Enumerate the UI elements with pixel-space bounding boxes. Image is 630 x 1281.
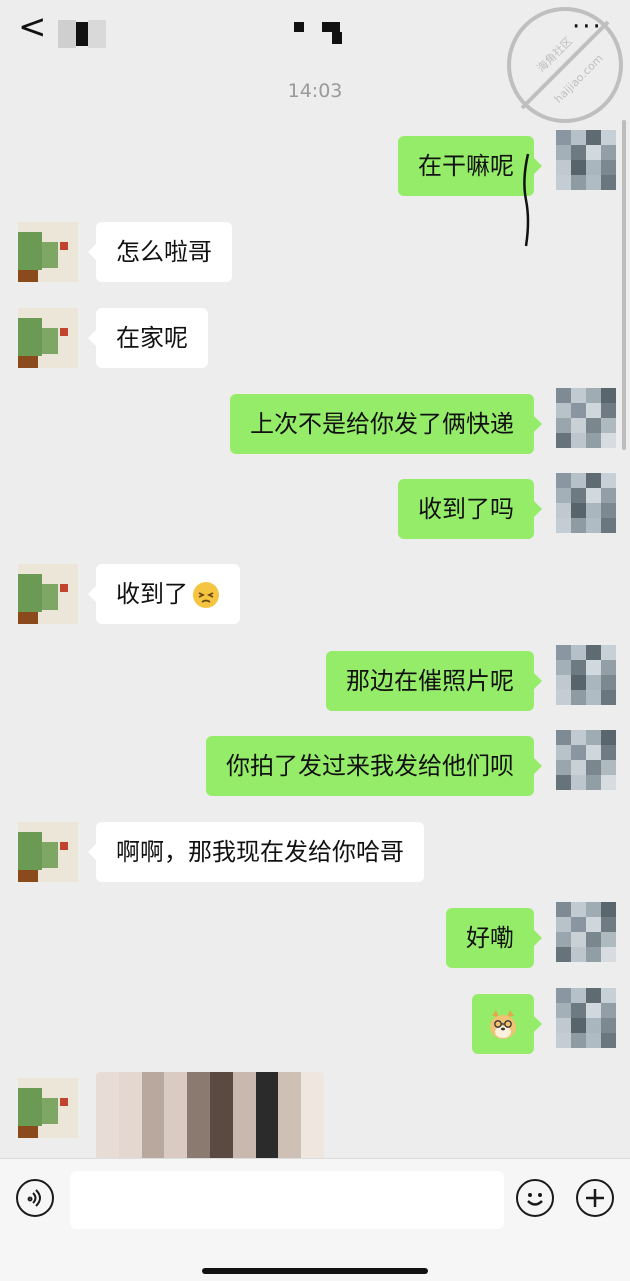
message-row: 收到了	[0, 558, 630, 630]
self-avatar[interactable]	[556, 730, 616, 790]
message-text: 在干嘛呢	[418, 152, 514, 180]
message-bubble[interactable]: 你拍了发过来我发给他们呗	[206, 736, 542, 796]
message-bubble[interactable]: 收到了吗	[398, 479, 542, 539]
sleepy-face-emoji	[193, 582, 219, 608]
contact-avatar[interactable]	[18, 308, 78, 368]
message-text: 啊啊，那我现在发给你哈哥	[116, 838, 404, 866]
message-row: 在家呢	[0, 302, 630, 374]
svg-text:海角社区: 海角社区	[534, 34, 575, 75]
sticker-bubble[interactable]	[472, 994, 542, 1054]
contact-avatar[interactable]	[18, 1078, 78, 1138]
contact-avatar[interactable]	[18, 222, 78, 282]
home-indicator[interactable]	[202, 1268, 428, 1274]
message-bubble[interactable]: 在家呢	[88, 308, 208, 368]
plus-icon[interactable]	[576, 1179, 614, 1217]
doge-sticker-icon	[490, 1010, 516, 1039]
message-text: 在家呢	[116, 324, 188, 352]
message-text: 收到了吗	[418, 495, 514, 523]
voice-icon[interactable]	[16, 1179, 54, 1217]
message-text: 怎么啦哥	[116, 238, 212, 266]
timestamp: 14:03	[287, 80, 343, 102]
pen-mark	[523, 153, 530, 247]
message-row: 上次不是给你发了俩快递	[0, 388, 630, 460]
message-bubble[interactable]: 收到了	[88, 564, 240, 624]
message-bubble[interactable]: 上次不是给你发了俩快递	[230, 394, 542, 454]
message-text: 好嘞	[466, 924, 514, 952]
message-row: 收到了吗	[0, 473, 630, 545]
watermark-logo: 海角社区 haijiao.com	[507, 7, 623, 123]
message-row	[0, 988, 630, 1060]
blurred-photo[interactable]	[96, 1072, 324, 1160]
self-avatar[interactable]	[556, 130, 616, 190]
message-bubble[interactable]: 那边在催照片呢	[326, 651, 542, 711]
self-avatar[interactable]	[556, 388, 616, 448]
message-text: 上次不是给你发了俩快递	[250, 410, 514, 438]
input-bar	[0, 1158, 630, 1281]
self-avatar[interactable]	[556, 473, 616, 533]
message-row: 你拍了发过来我发给他们呗	[0, 730, 630, 802]
message-bubble[interactable]: 在干嘛呢	[398, 136, 542, 196]
message-bubble[interactable]: 好嘞	[446, 908, 542, 968]
self-avatar[interactable]	[556, 645, 616, 705]
message-text: 你拍了发过来我发给他们呗	[226, 752, 514, 780]
chevron-left-icon[interactable]: <	[18, 10, 47, 44]
self-avatar[interactable]	[556, 902, 616, 962]
message-row: 那边在催照片呢	[0, 645, 630, 717]
message-row: 好嘞	[0, 902, 630, 974]
message-bubble[interactable]: 啊啊，那我现在发给你哈哥	[88, 822, 424, 882]
message-text: 那边在催照片呢	[346, 667, 514, 695]
message-bubble[interactable]: 怎么啦哥	[88, 222, 232, 282]
emoji-icon[interactable]	[516, 1179, 554, 1217]
message-row	[0, 1072, 630, 1160]
message-row: 啊啊，那我现在发给你哈哥	[0, 816, 630, 888]
message-input[interactable]	[70, 1171, 504, 1229]
contact-avatar[interactable]	[18, 564, 78, 624]
self-avatar[interactable]	[556, 988, 616, 1048]
pixelated-chat-title	[290, 18, 350, 46]
pixelated-name	[58, 16, 108, 52]
message-text: 收到了	[116, 580, 188, 608]
contact-avatar[interactable]	[18, 822, 78, 882]
